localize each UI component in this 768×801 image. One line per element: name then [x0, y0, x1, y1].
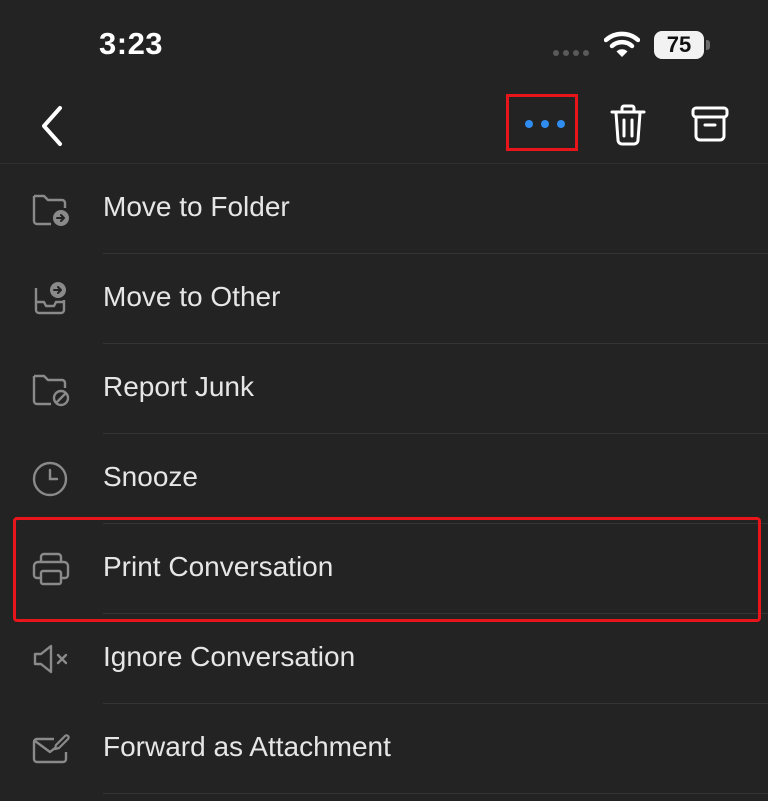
menu-item-label: Snooze	[103, 461, 198, 492]
menu-item-snooze[interactable]: Snooze	[0, 434, 768, 524]
clock-icon	[32, 461, 68, 497]
back-button[interactable]	[32, 104, 72, 148]
menu-item-label: Forward as Attachment	[103, 731, 391, 762]
ellipsis-icon	[525, 120, 565, 128]
menu-item-label: Print Conversation	[103, 551, 334, 582]
menu-item-label: Report Junk	[103, 371, 254, 402]
battery-tip	[706, 40, 710, 50]
menu-item-move-to-other[interactable]: Move to Other	[0, 254, 768, 344]
envelope-edit-icon	[32, 734, 70, 764]
menu-item-forward-as-attachment[interactable]: Forward as Attachment	[0, 704, 768, 794]
menu-item-label: Move to Other	[103, 281, 281, 312]
status-time: 3:23	[99, 26, 164, 61]
archive-box-icon[interactable]	[690, 104, 730, 144]
tray-move-icon	[34, 282, 66, 315]
menu-item-report-junk[interactable]: Report Junk	[0, 344, 768, 434]
cellular-signal-icon	[553, 50, 589, 56]
actions-menu: Move to Folder Move to Other Report Junk…	[0, 164, 768, 794]
menu-item-label: Ignore Conversation	[103, 641, 356, 672]
status-bar: 3:23 75	[0, 0, 768, 90]
menu-item-ignore-conversation[interactable]: Ignore Conversation	[0, 614, 768, 704]
menu-item-label: Move to Folder	[103, 191, 290, 222]
menu-item-print-conversation[interactable]: Print Conversation	[0, 524, 768, 614]
folder-move-icon	[32, 194, 69, 226]
more-options-button[interactable]	[506, 94, 578, 151]
trash-icon[interactable]	[608, 104, 648, 146]
speaker-mute-icon	[33, 644, 68, 674]
toolbar	[0, 90, 768, 164]
wifi-icon	[604, 31, 640, 57]
printer-icon	[32, 552, 70, 586]
battery-icon: 75	[654, 31, 712, 59]
divider	[103, 793, 768, 794]
folder-block-icon	[32, 374, 70, 407]
battery-level: 75	[654, 31, 704, 59]
menu-item-move-to-folder[interactable]: Move to Folder	[0, 164, 768, 254]
